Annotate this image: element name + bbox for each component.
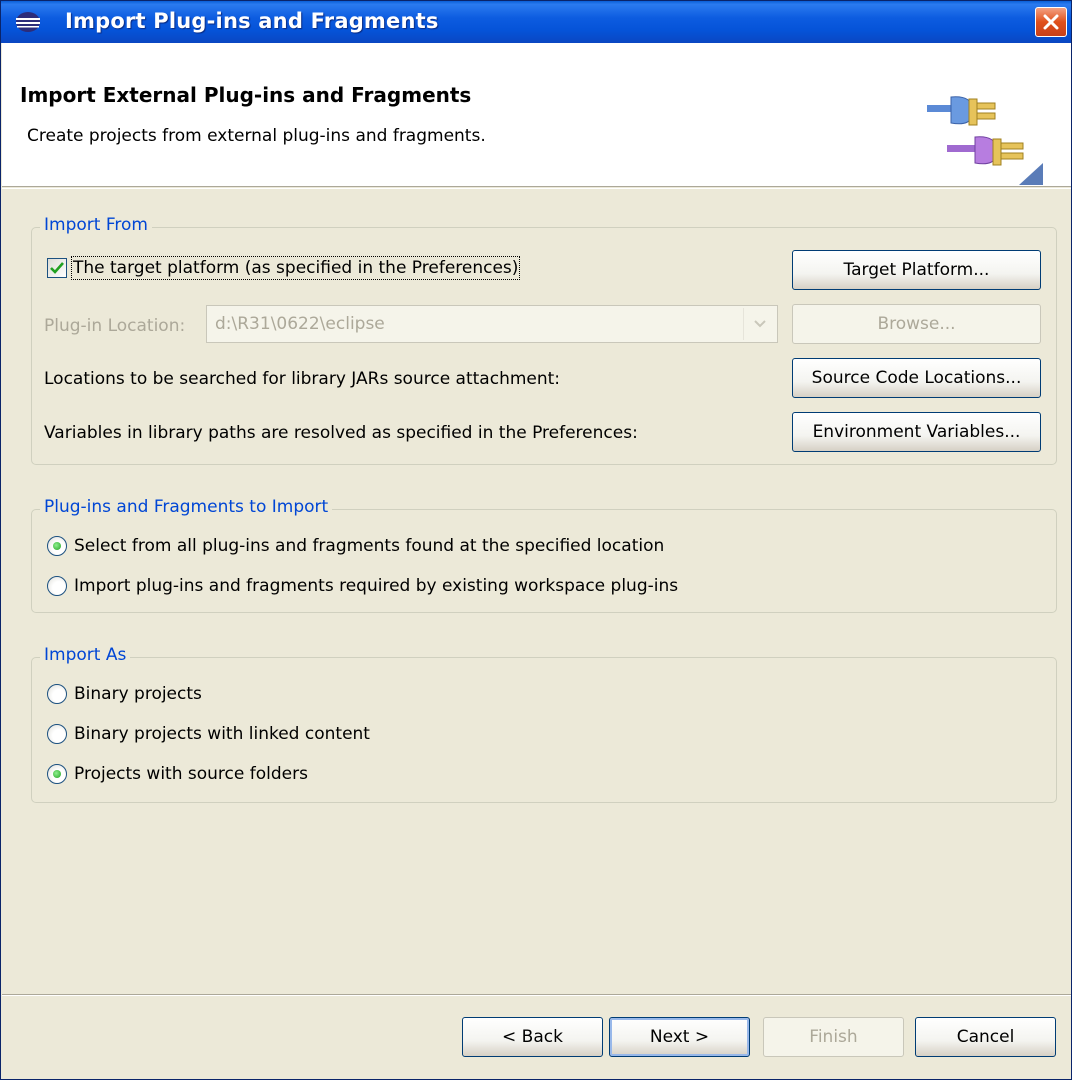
environment-variables-button[interactable]: Environment Variables...	[792, 412, 1041, 452]
banner-separator	[2, 188, 1071, 189]
chevron-down-icon	[754, 320, 766, 328]
radio-import-required[interactable]	[47, 576, 67, 596]
import-as-legend: Import As	[40, 645, 131, 665]
radio-select-all[interactable]	[47, 536, 67, 556]
close-button[interactable]	[1035, 7, 1067, 37]
finish-button[interactable]: Finish	[763, 1017, 904, 1057]
radio-selected-dot	[53, 770, 61, 778]
cancel-button[interactable]: Cancel	[915, 1017, 1056, 1057]
import-from-group: Import From The target platform (as spec…	[31, 215, 1057, 465]
import-as-group: Import As Binary projects Binary project…	[31, 645, 1057, 803]
wizard-banner: Import External Plug-ins and Fragments C…	[2, 43, 1071, 187]
import-from-legend: Import From	[40, 215, 152, 235]
target-platform-checkbox[interactable]	[47, 258, 67, 278]
window-title: Import Plug-ins and Fragments	[65, 9, 439, 33]
back-button[interactable]: < Back	[462, 1017, 603, 1057]
radio-source-folders-label[interactable]: Projects with source folders	[74, 764, 308, 784]
browse-button[interactable]: Browse...	[792, 304, 1041, 344]
to-import-legend: Plug-ins and Fragments to Import	[40, 497, 333, 517]
plugin-location-label: Plug-in Location:	[44, 316, 186, 336]
next-button[interactable]: Next >	[609, 1017, 750, 1057]
target-platform-button[interactable]: Target Platform...	[792, 250, 1041, 290]
plugin-location-value: d:\R31\0622\eclipse	[215, 314, 385, 334]
eclipse-icon	[15, 11, 40, 33]
checkmark-icon	[50, 262, 64, 274]
radio-binary-linked[interactable]	[47, 724, 67, 744]
source-locations-label: Locations to be searched for library JAR…	[44, 369, 561, 389]
radio-selected-dot	[53, 542, 61, 550]
radio-source-folders[interactable]	[47, 764, 67, 784]
radio-binary-linked-label[interactable]: Binary projects with linked content	[74, 724, 370, 744]
source-code-locations-button[interactable]: Source Code Locations...	[792, 358, 1041, 398]
radio-select-all-label[interactable]: Select from all plug-ins and fragments f…	[74, 536, 664, 556]
radio-import-required-label[interactable]: Import plug-ins and fragments required b…	[74, 576, 678, 596]
footer-separator-highlight	[2, 995, 1071, 996]
dialog-window: Import Plug-ins and Fragments Import Ext…	[0, 0, 1072, 1080]
title-bar[interactable]: Import Plug-ins and Fragments	[1, 1, 1071, 43]
radio-binary-projects-label[interactable]: Binary projects	[74, 684, 202, 704]
env-vars-label: Variables in library paths are resolved …	[44, 423, 638, 443]
plugin-location-combo[interactable]: d:\R31\0622\eclipse	[206, 305, 778, 343]
radio-binary-projects[interactable]	[47, 684, 67, 704]
to-import-group: Plug-ins and Fragments to Import Select …	[31, 497, 1057, 613]
plugin-connector-icon	[927, 93, 1043, 185]
target-platform-label[interactable]: The target platform (as specified in the…	[70, 256, 521, 280]
page-title: Import External Plug-ins and Fragments	[20, 83, 472, 107]
close-icon	[1043, 14, 1059, 30]
page-description: Create projects from external plug-ins a…	[27, 126, 486, 146]
combo-dropdown[interactable]	[743, 308, 775, 340]
